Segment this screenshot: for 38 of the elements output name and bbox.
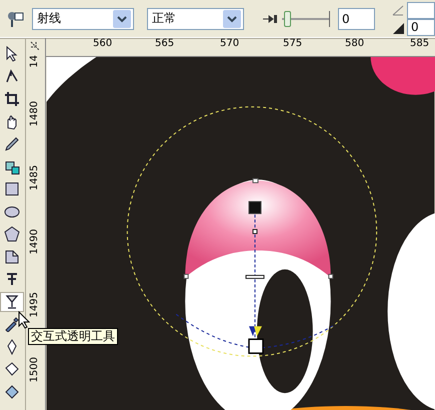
dropdown[interactable]: 正常 <box>147 8 244 30</box>
node-edit-icon <box>4 68 20 85</box>
properties-icon[interactable] <box>6 10 24 28</box>
ruler-label: 1500 <box>30 357 40 382</box>
ruler-label: 580 <box>345 38 364 49</box>
triangle-icon <box>391 20 405 34</box>
ruler-label: 1480 <box>30 101 40 126</box>
ellipse-icon <box>4 204 20 220</box>
dropdown[interactable]: 射线 <box>32 8 134 30</box>
transparency-slider-icon <box>262 14 278 24</box>
ruler-label: 1490 <box>30 229 40 254</box>
ruler-origin-icon <box>30 41 42 53</box>
goblet-icon <box>4 294 20 310</box>
ruler-label: 1485 <box>30 165 40 190</box>
rectangle-icon <box>4 181 20 198</box>
pen-icon <box>4 136 20 152</box>
ruler-label: 565 <box>155 38 174 49</box>
tooltip: 交互式透明工具 <box>28 328 118 345</box>
ruler-label: 575 <box>283 38 302 49</box>
ruler-label: 560 <box>93 38 112 49</box>
tool-button[interactable] <box>0 292 24 312</box>
ruler-label: 570 <box>220 38 240 49</box>
smart-fill-icon <box>4 158 20 175</box>
ruler-label: 14 <box>30 55 40 68</box>
ruler-label: 585 <box>410 38 430 49</box>
text-icon <box>4 271 20 288</box>
crop-icon <box>4 91 20 108</box>
eyedropper-icon <box>4 316 20 332</box>
angle-icon <box>391 2 405 16</box>
ruler-label: 1495 <box>30 292 40 318</box>
opacity-field[interactable]: 0 <box>338 8 375 30</box>
polygon-icon <box>4 226 20 242</box>
mouse-cursor-icon <box>18 311 30 329</box>
shapes-icon <box>4 248 20 265</box>
angle-field[interactable]: 0 <box>407 18 435 36</box>
pointer-icon <box>4 46 20 62</box>
angle-field[interactable] <box>407 2 435 18</box>
slider-thumb[interactable] <box>284 10 291 26</box>
